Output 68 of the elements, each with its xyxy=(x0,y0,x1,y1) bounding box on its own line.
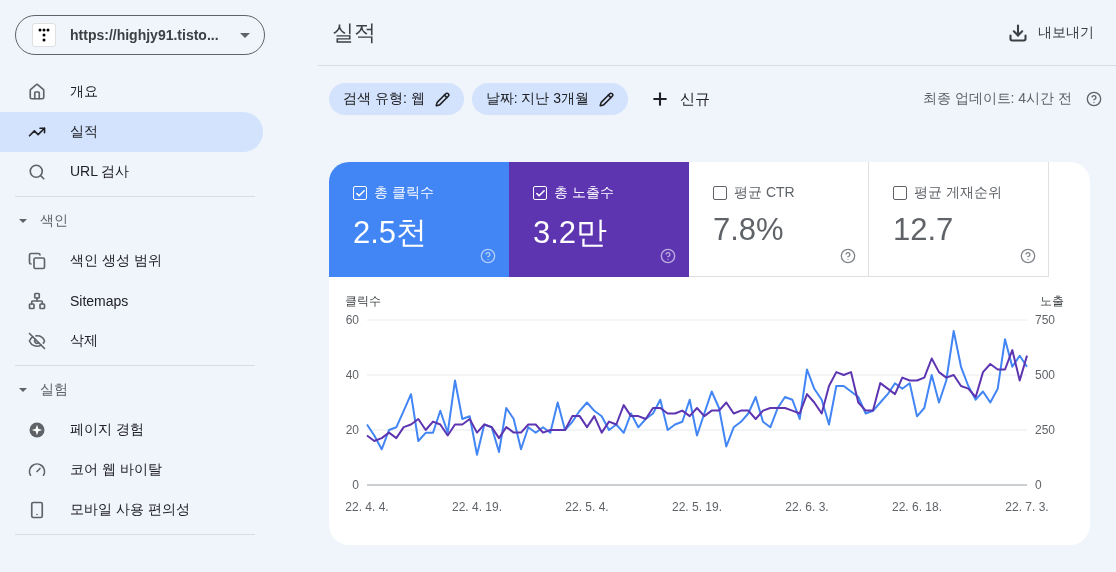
export-button[interactable]: 내보내기 xyxy=(1002,21,1100,44)
sidebar-item[interactable]: 삭제 xyxy=(0,321,263,361)
download-icon xyxy=(1008,22,1028,43)
caret-icon xyxy=(18,216,28,226)
axis-tick-label: 250 xyxy=(1035,423,1056,437)
axis-tick-label: 0 xyxy=(352,478,359,492)
axis-tick-label: 60 xyxy=(345,313,359,327)
metric-label: 총 클릭수 xyxy=(374,184,434,202)
eye-off-icon xyxy=(28,332,46,350)
axis-tick-label: 22. 4. 19. xyxy=(452,500,502,514)
sitemap-icon xyxy=(28,292,46,310)
metric-value: 2.5천 xyxy=(353,214,429,252)
help-icon[interactable] xyxy=(840,248,856,264)
axis-tick-label: 0 xyxy=(1035,478,1042,492)
axis-title: 노출 xyxy=(1040,294,1064,308)
checkbox[interactable] xyxy=(713,186,727,200)
edit-icon xyxy=(599,91,615,107)
axis-tick-label: 22. 6. 3. xyxy=(785,500,829,514)
last-updated-text: 최종 업데이트: 4시간 전 xyxy=(922,90,1072,108)
axis-tick-label: 20 xyxy=(345,423,359,437)
search-icon xyxy=(28,163,46,181)
metric-value: 7.8% xyxy=(713,212,785,248)
sidebar-item[interactable]: 개요 xyxy=(0,72,263,112)
sidebar-item[interactable]: 색인 생성 범위 xyxy=(0,241,263,281)
caret-icon xyxy=(18,385,28,395)
axis-tick-label: 500 xyxy=(1035,368,1056,382)
help-icon[interactable] xyxy=(1020,248,1036,264)
sidebar-item[interactable]: 실적 xyxy=(0,112,263,152)
dropdown-caret-icon xyxy=(240,32,250,38)
section-header[interactable]: 실험 xyxy=(0,370,290,410)
check-icon xyxy=(534,187,546,199)
check-icon xyxy=(354,187,366,199)
copy-icon xyxy=(28,252,46,270)
axis-tick-label: 22. 5. 19. xyxy=(672,500,722,514)
gauge-icon xyxy=(28,461,46,479)
sidebar-item[interactable]: URL 검사 xyxy=(0,152,263,192)
axis-title: 클릭수 xyxy=(345,294,381,308)
page-title: 실적 xyxy=(332,18,376,47)
checkbox[interactable] xyxy=(893,186,907,200)
home-icon xyxy=(28,83,46,101)
metric-tile[interactable]: 평균 게재순위 12.7 xyxy=(869,162,1049,277)
axis-tick-label: 22. 7. 3. xyxy=(1005,500,1049,514)
metric-label: 평균 게재순위 xyxy=(914,184,1002,202)
axis-tick-label: 22. 4. 4. xyxy=(345,500,389,514)
metric-tile[interactable]: 평균 CTR 7.8% xyxy=(689,162,869,277)
smartphone-icon xyxy=(28,501,46,519)
axis-tick-label: 40 xyxy=(345,368,359,382)
metric-value: 12.7 xyxy=(893,212,955,248)
filter-chip[interactable]: 날짜: 지난 3개월 xyxy=(471,83,629,115)
metric-label: 평균 CTR xyxy=(734,184,795,202)
filter-chip[interactable]: 검색 유형: 웹 xyxy=(329,83,464,115)
sidebar-item[interactable]: 페이지 경험 xyxy=(0,410,263,450)
section-title: 실험 xyxy=(40,381,68,399)
metric-value: 3.2만 xyxy=(533,214,609,252)
sidebar-item[interactable]: 코어 웹 바이탈 xyxy=(0,450,263,490)
metric-label: 총 노출수 xyxy=(554,184,614,202)
new-filter-button[interactable]: 신규 xyxy=(644,88,717,110)
site-logo-icon xyxy=(32,23,56,47)
axis-tick-label: 750 xyxy=(1035,313,1056,327)
star-circle-icon xyxy=(28,421,46,439)
section-header[interactable]: 색인 xyxy=(0,201,290,241)
section-title: 색인 xyxy=(40,212,68,230)
axis-tick-label: 22. 5. 4. xyxy=(565,500,609,514)
edit-icon xyxy=(434,91,450,107)
sidebar-item[interactable]: 모바일 사용 편의성 xyxy=(0,490,263,530)
sidebar-item[interactable]: Sitemaps xyxy=(0,281,263,321)
help-icon[interactable] xyxy=(1086,91,1102,107)
axis-tick-label: 22. 6. 18. xyxy=(892,500,942,514)
